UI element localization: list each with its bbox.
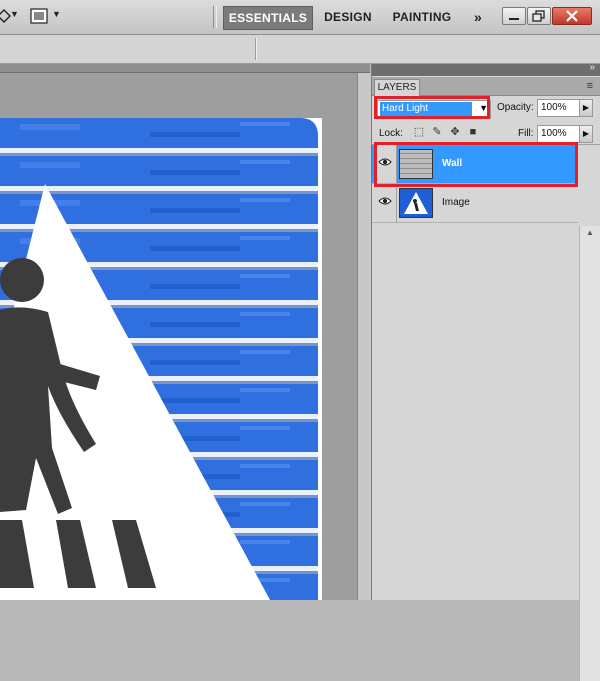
crosswalk-stripes [0,520,156,588]
lock-image-pixels-icon[interactable]: ✎ [430,125,444,139]
lock-position-icon[interactable]: ✥ [448,125,462,139]
panel-menu-icon[interactable]: ≡ [587,80,593,92]
dropdown-arrow-icon[interactable]: ▼ [52,9,61,19]
workspace-essentials-button[interactable]: ESSENTIALS [223,6,313,30]
panel-tab-row: LAYERS ≡ [372,77,600,96]
more-workspaces-button[interactable]: » [466,6,490,28]
collapse-icon[interactable]: » [589,62,595,73]
layer-list: Wall Image ▲ [372,145,600,681]
options-bar [0,35,600,64]
separator [213,6,217,28]
panel-collapse-bar[interactable]: » [372,62,600,76]
pedestrian-crossing-sign-image [0,118,322,600]
scroll-up-icon[interactable]: ▲ [586,228,594,237]
lock-label: Lock: [379,128,403,139]
restore-icon [532,10,545,22]
close-icon [566,10,578,22]
wall-layer-callout [374,142,578,187]
fill-label: Fill: [518,128,534,139]
lock-all-icon[interactable]: ■ [466,125,480,139]
workspace-design-button[interactable]: DESIGN [320,6,376,28]
crossing-sign-thumbnail-icon [404,192,428,214]
application-bar: ▼ ▼ ESSENTIALS DESIGN PAINTING » [0,0,600,35]
layer-thumbnail [399,188,433,218]
workspace-painting-button[interactable]: PAINTING [386,6,458,28]
minimize-button[interactable] [502,7,526,25]
document-area [0,64,371,600]
fill-field[interactable]: 100% [537,125,580,143]
opacity-slider-button[interactable]: ▶ [579,99,593,117]
screen-mode-icon[interactable] [30,8,48,24]
eye-icon[interactable] [374,184,397,222]
tab-layers[interactable]: LAYERS [374,79,420,96]
layer-row-image[interactable]: Image [372,184,578,223]
opacity-label: Opacity: [497,102,534,113]
document-tab-strip[interactable] [0,64,370,73]
layer-name[interactable]: Image [442,197,470,208]
visibility-eye-icon [378,197,392,205]
fill-slider-button[interactable]: ▶ [579,125,593,143]
opacity-field[interactable]: 100% [537,99,580,117]
separator [255,38,257,60]
blend-mode-callout [374,96,490,119]
canvas-image[interactable] [0,118,322,600]
close-button[interactable] [552,7,592,25]
vertical-scrollbar[interactable] [357,73,371,600]
restore-button[interactable] [527,7,551,25]
minimize-icon [509,18,519,20]
dropdown-arrow-icon[interactable]: ▼ [10,9,19,19]
layer-list-scrollbar[interactable]: ▲ [579,226,600,681]
lock-transparent-pixels-icon[interactable]: ⬚ [412,125,426,139]
